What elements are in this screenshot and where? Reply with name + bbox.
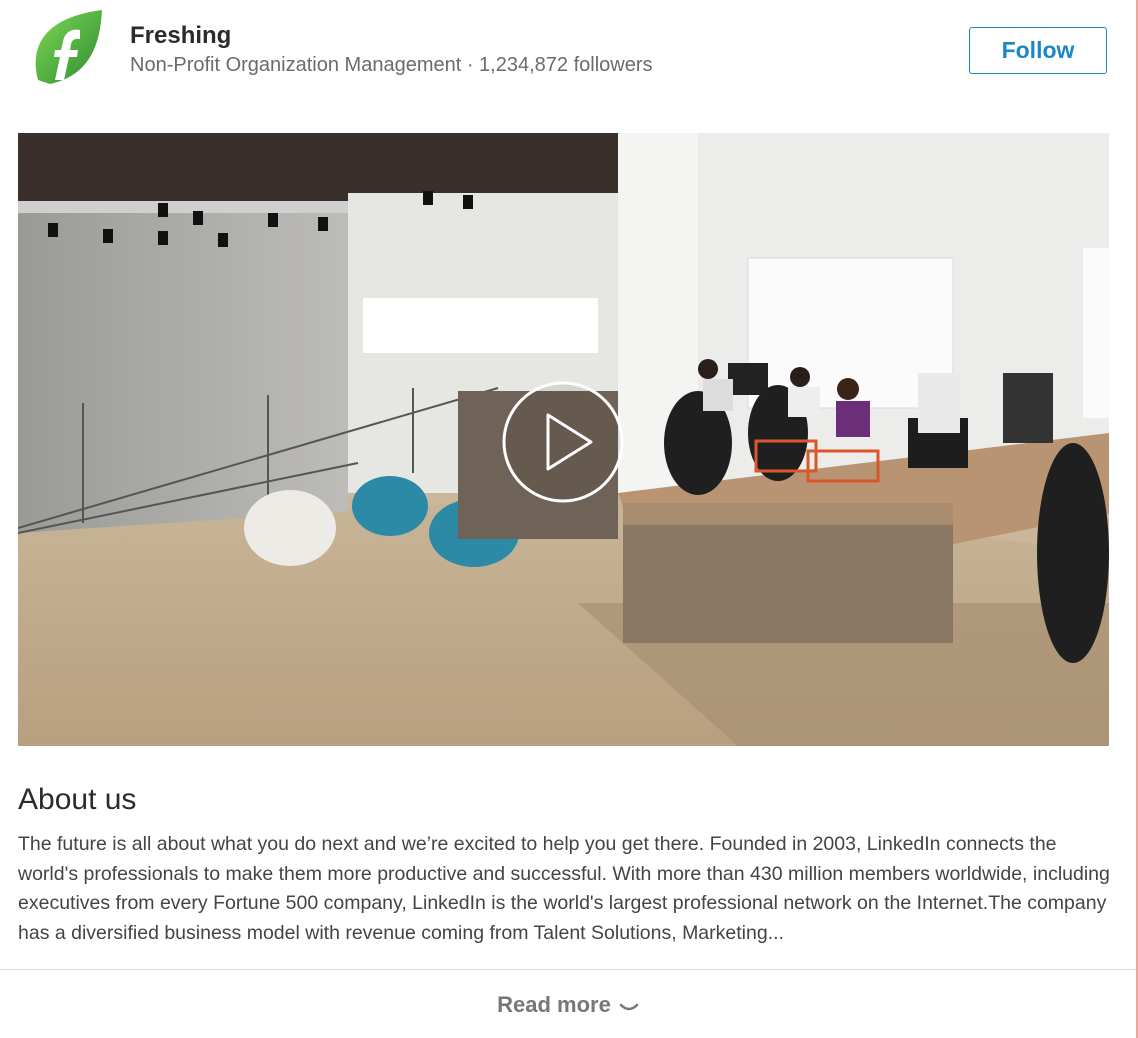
company-header: Freshing Non-Profit Organization Managem… bbox=[0, 0, 1138, 110]
company-name[interactable]: Freshing bbox=[130, 22, 231, 50]
play-icon bbox=[502, 381, 624, 503]
chevron-down-icon bbox=[619, 994, 639, 1020]
about-description: The future is all about what you do next… bbox=[18, 833, 1110, 944]
read-more-label: Read more bbox=[497, 992, 611, 1017]
play-button[interactable] bbox=[501, 380, 625, 504]
read-more-button[interactable]: Read more bbox=[0, 988, 1136, 1022]
company-logo[interactable] bbox=[30, 10, 104, 86]
about-heading: About us bbox=[18, 783, 137, 816]
section-divider bbox=[0, 969, 1136, 970]
company-video[interactable] bbox=[18, 133, 1109, 746]
company-meta: Non-Profit Organization Management · 1,2… bbox=[130, 54, 653, 76]
leaf-f-logo-icon bbox=[35, 10, 102, 84]
follow-button[interactable]: Follow bbox=[969, 27, 1107, 74]
